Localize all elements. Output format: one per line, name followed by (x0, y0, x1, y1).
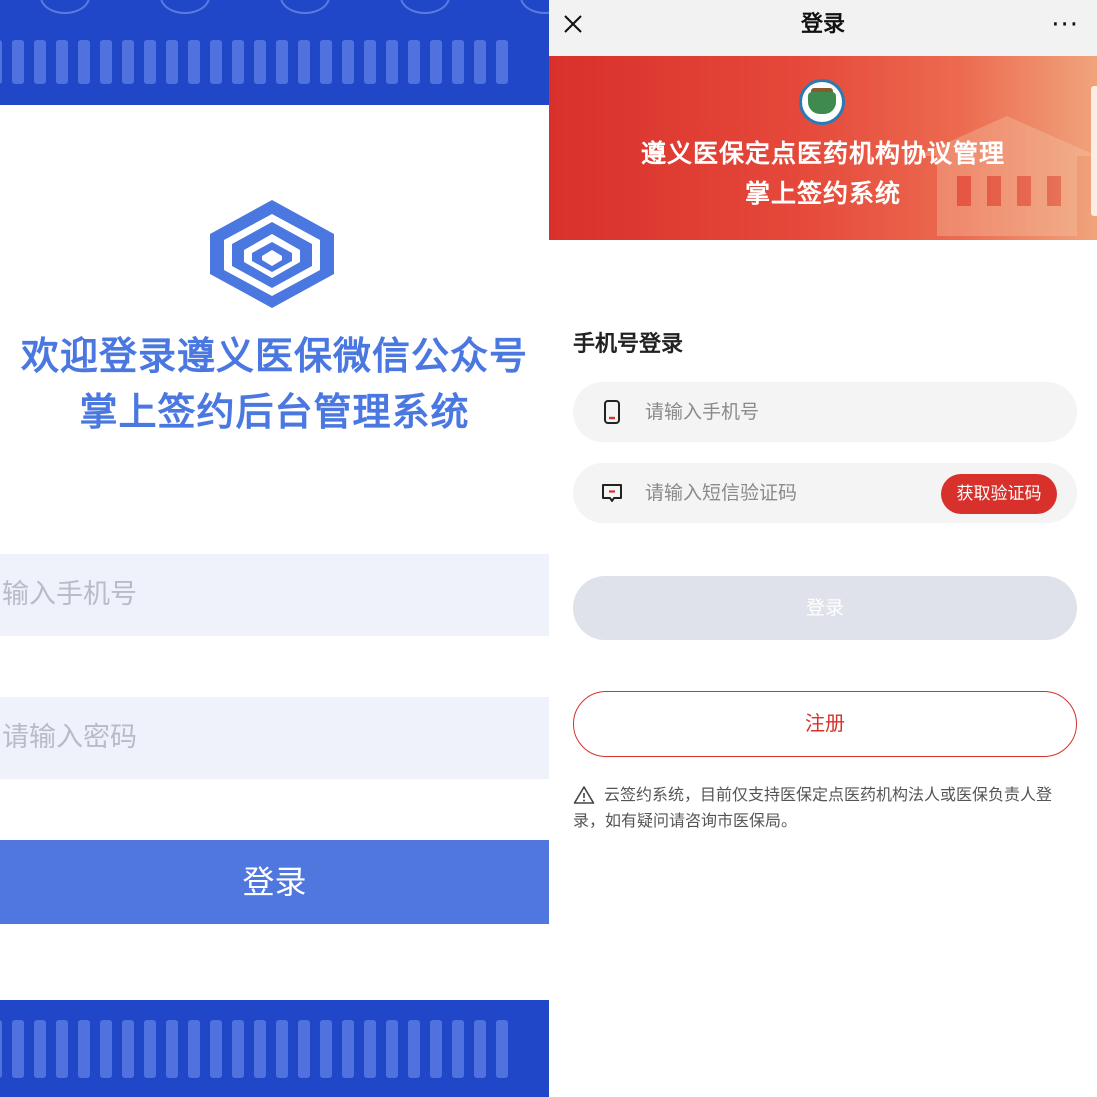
title-line-1: 欢迎登录遵义医保微信公众号 (20, 334, 528, 378)
header-decoration (0, 0, 549, 105)
more-icon[interactable]: ··· (1051, 12, 1079, 38)
phone-icon (604, 400, 620, 424)
login-button[interactable]: 登录 (573, 576, 1077, 640)
banner-edge (1091, 86, 1097, 216)
right-screen: 登录 ··· 遵义医保定点医药机构协议管理 掌上签约系统 手机号登录 请输入手机… (549, 0, 1097, 1097)
sms-code-field[interactable]: 请输入短信验证码 获取验证码 (573, 463, 1077, 523)
logo-icon (210, 200, 334, 308)
page-title: 登录 (800, 12, 845, 37)
top-bar: 登录 ··· (549, 0, 1097, 56)
register-button[interactable]: 注册 (573, 691, 1077, 757)
left-screen: 欢迎登录遵义医保微信公众号 掌上签约后台管理系统 输入手机号 请输入密码 登录 (0, 0, 549, 1097)
banner: 遵义医保定点医药机构协议管理 掌上签约系统 (549, 56, 1097, 240)
phone-input[interactable]: 输入手机号 (0, 554, 549, 636)
password-input[interactable]: 请输入密码 (0, 697, 549, 779)
section-title: 手机号登录 (573, 332, 684, 357)
get-code-button[interactable]: 获取验证码 (941, 474, 1057, 514)
banner-title-line-2: 掌上签约系统 (744, 179, 901, 208)
notice-text: 云签约系统，目前仅支持医保定点医药机构法人或医保负责人登录，如有疑问请咨询市医保… (573, 785, 1053, 830)
welcome-title: 欢迎登录遵义医保微信公众号 掌上签约后台管理系统 (0, 328, 549, 440)
banner-title-line-1: 遵义医保定点医药机构协议管理 (640, 139, 1005, 168)
footer-decoration (0, 1000, 549, 1097)
title-line-2: 掌上签约后台管理系统 (79, 390, 470, 434)
emblem-icon (799, 79, 845, 125)
sms-code-placeholder: 请输入短信验证码 (645, 482, 798, 504)
phone-placeholder: 请输入手机号 (645, 401, 760, 423)
banner-title: 遵义医保定点医药机构协议管理 掌上签约系统 (549, 134, 1097, 214)
phone-field[interactable]: 请输入手机号 (573, 382, 1077, 442)
message-icon (602, 484, 622, 502)
login-button[interactable]: 登录 (0, 840, 549, 924)
